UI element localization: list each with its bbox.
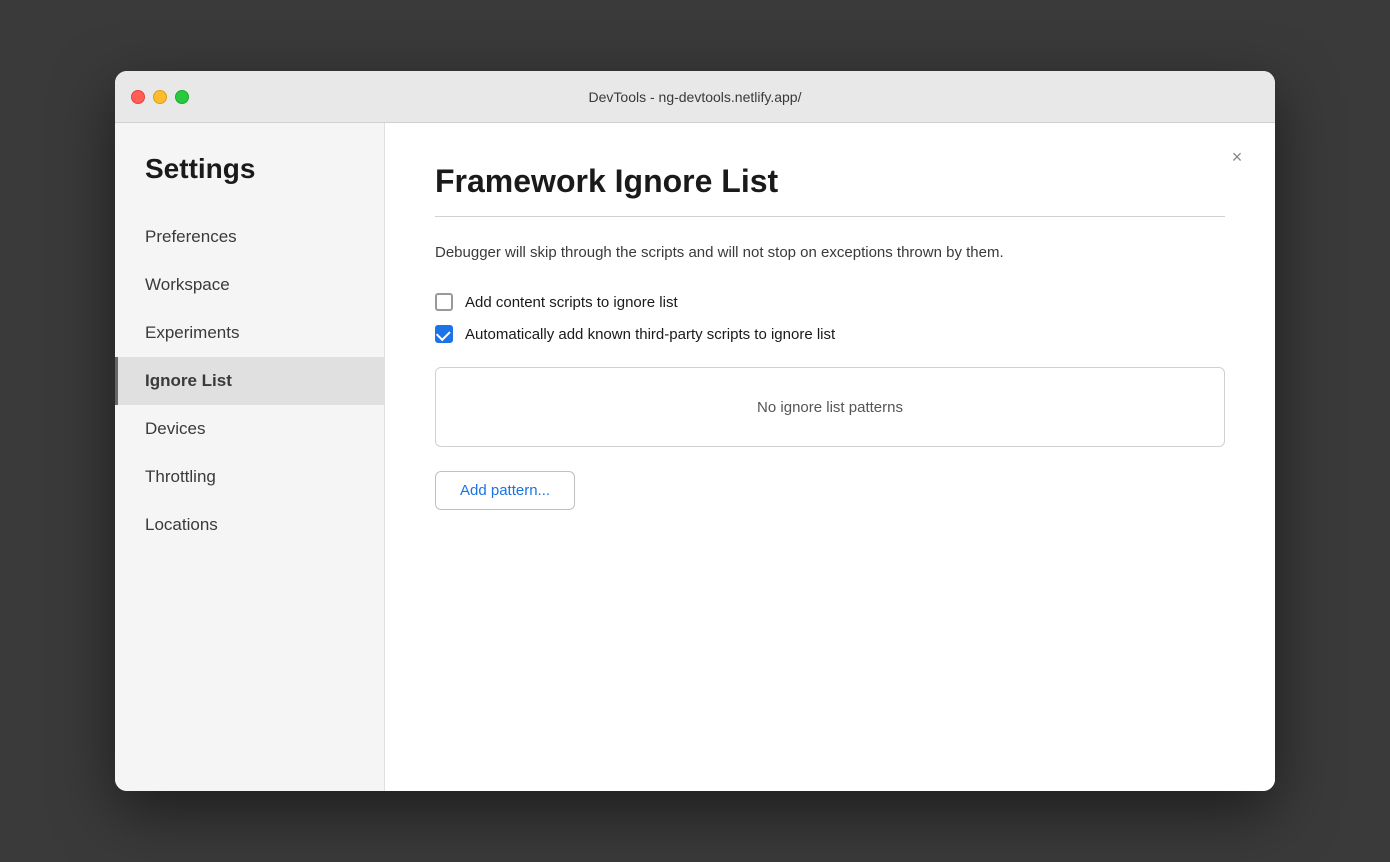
no-patterns-text: No ignore list patterns — [757, 399, 903, 416]
sidebar-item-throttling[interactable]: Throttling — [115, 453, 384, 501]
desktop-background: DevTools - ng-devtools.netlify.app/ Sett… — [0, 0, 1390, 862]
browser-window: DevTools - ng-devtools.netlify.app/ Sett… — [115, 71, 1275, 791]
titlebar: DevTools - ng-devtools.netlify.app/ — [115, 71, 1275, 123]
close-window-button[interactable] — [131, 90, 145, 104]
checkbox-row-third-party: Automatically add known third-party scri… — [435, 325, 1225, 343]
minimize-window-button[interactable] — [153, 90, 167, 104]
page-title: Framework Ignore List — [435, 163, 1225, 200]
close-button[interactable]: × — [1223, 143, 1251, 171]
sidebar-item-workspace[interactable]: Workspace — [115, 261, 384, 309]
checkbox-third-party-label: Automatically add known third-party scri… — [465, 326, 835, 343]
divider — [435, 216, 1225, 217]
main-content: × Framework Ignore List Debugger will sk… — [385, 123, 1275, 791]
sidebar-item-ignore-list[interactable]: Ignore List — [115, 357, 384, 405]
sidebar-item-devices[interactable]: Devices — [115, 405, 384, 453]
checkbox-row-content-scripts: Add content scripts to ignore list — [435, 293, 1225, 311]
sidebar-item-preferences[interactable]: Preferences — [115, 213, 384, 261]
sidebar: Settings Preferences Workspace Experimen… — [115, 123, 385, 791]
checkbox-third-party[interactable] — [435, 325, 453, 343]
add-pattern-button[interactable]: Add pattern... — [435, 471, 575, 510]
sidebar-nav: Preferences Workspace Experiments Ignore… — [115, 213, 384, 549]
section-description: Debugger will skip through the scripts a… — [435, 241, 1115, 265]
checkbox-content-scripts[interactable] — [435, 293, 453, 311]
sidebar-item-experiments[interactable]: Experiments — [115, 309, 384, 357]
maximize-window-button[interactable] — [175, 90, 189, 104]
sidebar-item-locations[interactable]: Locations — [115, 501, 384, 549]
checkbox-content-scripts-label: Add content scripts to ignore list — [465, 294, 678, 311]
sidebar-heading: Settings — [115, 153, 384, 213]
titlebar-title: DevTools - ng-devtools.netlify.app/ — [589, 89, 802, 105]
checkbox-label-content-scripts[interactable]: Add content scripts to ignore list — [435, 293, 678, 311]
traffic-lights — [131, 90, 189, 104]
patterns-box: No ignore list patterns — [435, 367, 1225, 447]
checkbox-label-third-party[interactable]: Automatically add known third-party scri… — [435, 325, 835, 343]
window-content: Settings Preferences Workspace Experimen… — [115, 123, 1275, 791]
